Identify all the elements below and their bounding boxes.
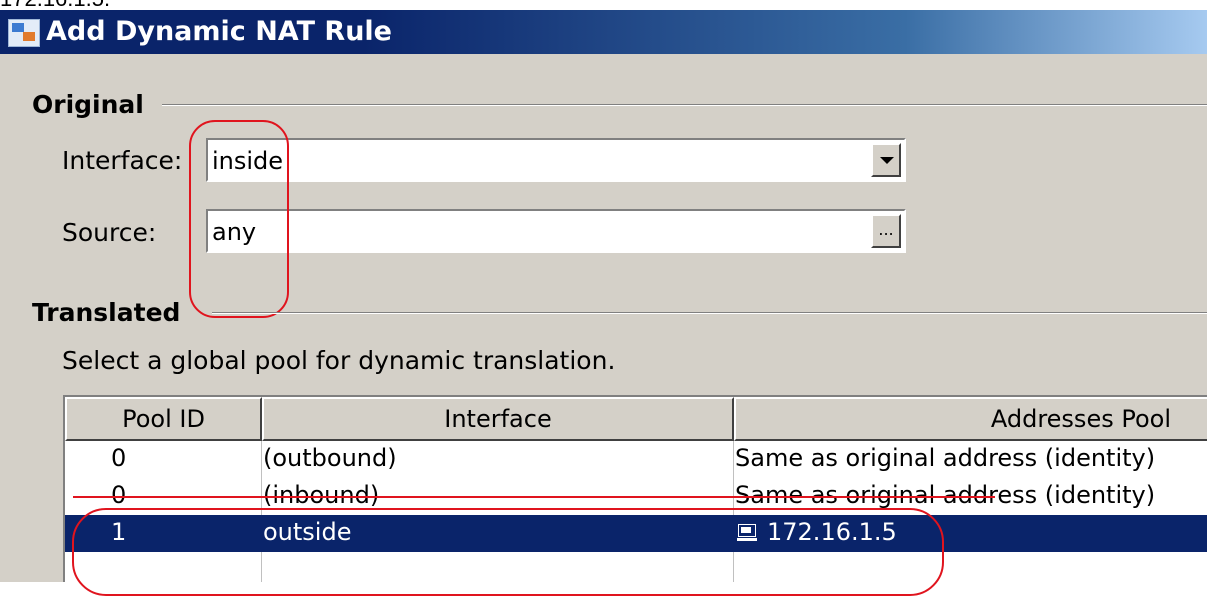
source-browse-button[interactable]: ... <box>871 214 901 248</box>
address-value: 172.16.1.5 <box>767 518 897 546</box>
pool-id-cell: 1 <box>111 518 127 546</box>
column-header-addresses-pool[interactable]: Addresses Pool <box>734 397 1207 441</box>
interface-value: inside <box>212 147 284 175</box>
source-field[interactable]: any ... <box>206 209 906 253</box>
interface-cell: outside <box>263 518 352 546</box>
host-icon <box>737 524 757 542</box>
interface-label: Interface: <box>62 146 183 175</box>
global-pool-table: Pool ID Interface Addresses Pool 0 (outb… <box>63 395 1207 582</box>
interface-cell: (outbound) <box>263 444 397 472</box>
interface-dropdown-button[interactable] <box>871 143 901 177</box>
pool-id-cell: 0 <box>111 481 127 509</box>
title-bar: Add Dynamic NAT Rule <box>0 10 1207 54</box>
table-row-selected[interactable]: 1 outside 172.16.1.5 <box>65 515 1207 552</box>
window-title: Add Dynamic NAT Rule <box>46 16 392 47</box>
original-section-rule <box>162 104 1207 106</box>
nat-rule-icon <box>8 19 40 47</box>
column-header-pool-id[interactable]: Pool ID <box>65 397 262 441</box>
translated-section-label: Translated <box>32 298 181 327</box>
source-value: any <box>212 218 257 246</box>
source-label: Source: <box>62 218 157 247</box>
addresses-cell: 172.16.1.5 <box>737 518 897 546</box>
translated-section-rule <box>212 312 1207 314</box>
column-header-interface[interactable]: Interface <box>262 397 734 441</box>
pool-id-cell: 0 <box>111 444 127 472</box>
addresses-cell: Same as original address (identity) <box>735 481 1156 509</box>
ellipsis-icon: ... <box>878 220 894 239</box>
interface-select[interactable]: inside <box>206 138 906 182</box>
top-text-fragment: 172.16.1.5. <box>0 0 110 11</box>
interface-cell: (inbound) <box>263 481 380 509</box>
addresses-cell: Same as original address (identity) <box>735 444 1156 472</box>
table-row[interactable]: 0 (inbound) Same as original address (id… <box>65 478 1207 515</box>
original-section-label: Original <box>32 90 144 119</box>
pool-instruction-text: Select a global pool for dynamic transla… <box>62 346 616 375</box>
chevron-down-icon <box>880 157 894 164</box>
table-row[interactable]: 0 (outbound) Same as original address (i… <box>65 441 1207 478</box>
